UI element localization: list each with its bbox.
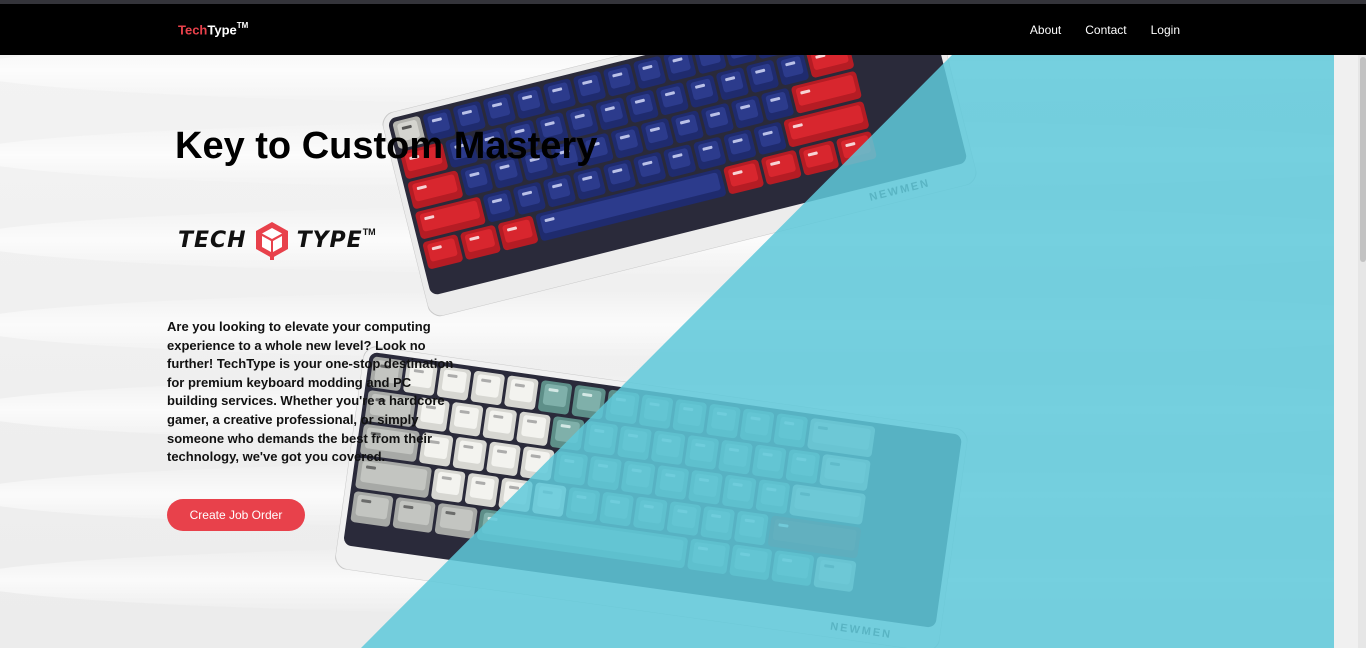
keycap (583, 421, 618, 456)
keycap (434, 503, 478, 539)
scrollbar-thumb[interactable] (1360, 57, 1366, 262)
keycap (706, 404, 741, 439)
keycap (688, 470, 723, 505)
brand-logo[interactable]: TechTypeTM (178, 21, 249, 38)
nav-contact-link[interactable]: Contact (1085, 23, 1126, 37)
nav-about-link[interactable]: About (1030, 23, 1061, 37)
hero-section: NEWMEN NEWMEN Key to Custom Mastery TECH… (0, 55, 1334, 648)
create-job-order-button[interactable]: Create Job Order (167, 499, 305, 531)
brand-type: Type (207, 22, 237, 38)
keyboard-blue-svg: NEWMEN (382, 55, 977, 317)
keycap (684, 435, 719, 470)
keycap (550, 416, 585, 451)
keycap (498, 477, 533, 512)
keycap (431, 468, 466, 503)
keycap (470, 371, 505, 405)
hero-title: Key to Custom Mastery (175, 125, 598, 167)
keycap (587, 456, 622, 491)
keycap (654, 465, 689, 500)
logo-word-left: TECH (178, 227, 247, 253)
keycap (532, 482, 567, 517)
keycap (729, 544, 772, 580)
keycap (773, 413, 808, 448)
keycap (504, 375, 539, 410)
keycap (520, 446, 555, 481)
keycap (651, 430, 686, 465)
keycap (700, 506, 735, 541)
keycap (785, 449, 820, 484)
brand-tech: Tech (178, 22, 208, 38)
keycap (392, 497, 436, 533)
keycap (813, 556, 857, 592)
keycap (565, 487, 600, 522)
logo-word-right: TYPE (296, 227, 363, 253)
keycap (740, 408, 775, 443)
keycap (687, 538, 730, 574)
keycap (486, 441, 521, 476)
keycap (672, 399, 707, 434)
navbar: TechTypeTM About Contact Login (0, 4, 1366, 55)
scrollbar[interactable] (1334, 55, 1366, 648)
hero-description: Are you looking to elevate your computin… (167, 319, 454, 465)
brand-tm: TM (236, 21, 249, 30)
keycap (571, 385, 606, 420)
keycap (771, 550, 815, 586)
keycap (617, 425, 652, 460)
keycap (350, 491, 394, 527)
keyboard-image-blue: NEWMEN (380, 55, 979, 319)
keycap (605, 389, 640, 424)
keycap (464, 473, 499, 508)
keycap (718, 440, 753, 475)
keycap (755, 479, 790, 514)
keycap (516, 411, 551, 446)
keycap (734, 511, 769, 546)
keycap (599, 492, 634, 527)
techtype-logo: TECH TYPE TM (178, 220, 376, 260)
keycap (722, 475, 757, 509)
keycap (482, 407, 517, 442)
keycap (666, 501, 701, 536)
cube-icon (255, 222, 288, 260)
keycap (752, 444, 787, 479)
keycap (633, 496, 668, 531)
keycap (639, 394, 674, 429)
keycap (819, 454, 871, 491)
logo-tm: TM (362, 227, 376, 237)
keycap (538, 380, 573, 415)
keycap (621, 460, 656, 495)
nav-login-link[interactable]: Login (1151, 23, 1180, 37)
keycap (553, 451, 588, 486)
nav-links: About Contact Login (1030, 23, 1180, 37)
